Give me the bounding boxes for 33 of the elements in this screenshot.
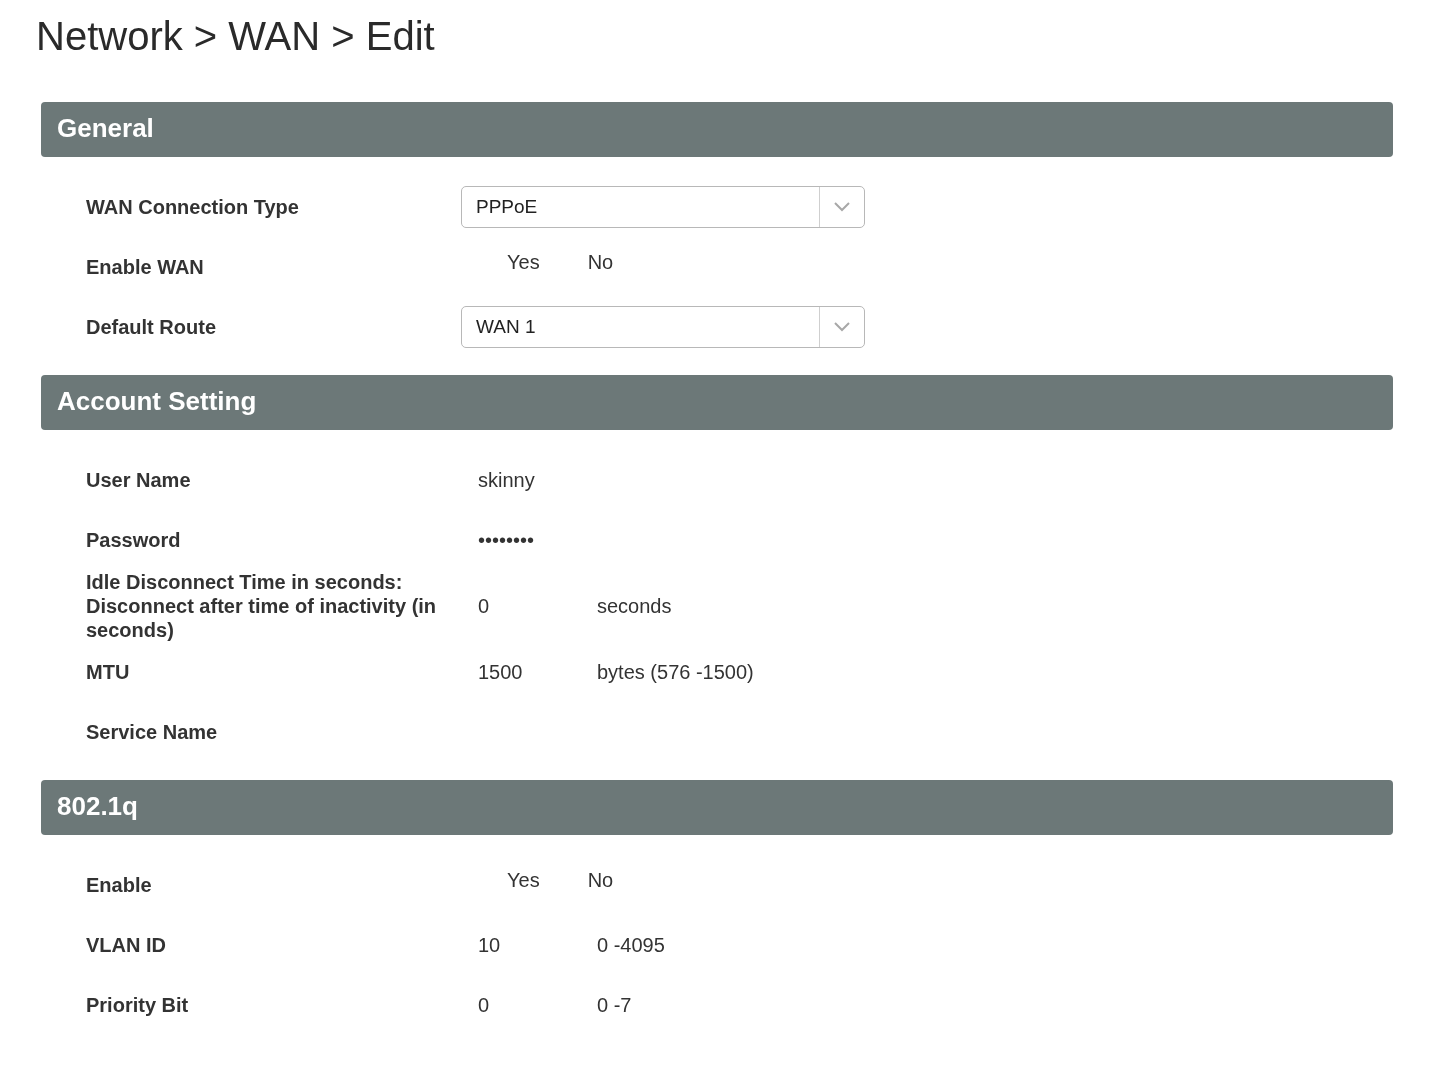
unit-hint: seconds — [597, 594, 672, 618]
field-label: Default Route — [86, 315, 217, 339]
radio-option[interactable]: Yes — [507, 250, 540, 274]
field-label: Enable WAN — [86, 255, 205, 279]
field-label: User Name — [86, 468, 192, 492]
field-label: WAN Connection Type — [86, 195, 300, 219]
field-value[interactable]: skinny — [478, 468, 597, 492]
unit-hint: 0 -4095 — [597, 933, 665, 957]
section-header: 802.1q — [41, 780, 1393, 835]
dropdown[interactable]: PPPoE — [461, 186, 865, 228]
dropdown[interactable]: WAN 1 — [461, 306, 865, 348]
field-label: Enable — [86, 873, 153, 897]
unit-hint: 0 -7 — [597, 993, 632, 1017]
field-value[interactable]: •••••••• — [478, 528, 597, 552]
field-label: VLAN ID — [86, 933, 167, 957]
field-label: Priority Bit — [86, 993, 190, 1017]
page-title: Network > WAN > Edit — [36, 13, 436, 60]
field-label: MTU — [86, 660, 131, 684]
radio-option[interactable]: Yes — [507, 868, 540, 892]
field-label: Service Name — [86, 720, 219, 744]
section-header: General — [41, 102, 1393, 157]
radio-option[interactable]: No — [587, 250, 614, 274]
field-value[interactable]: 1500 — [478, 660, 597, 684]
field-value[interactable]: 10 — [478, 933, 597, 957]
field-value[interactable]: 0 — [478, 993, 597, 1017]
field-label: Idle Disconnect Time in seconds: Disconnect after time of inactivity (in seconds) — [86, 570, 438, 642]
unit-hint: bytes (576 -1500) — [597, 660, 754, 684]
radio-option[interactable]: No — [587, 868, 614, 892]
chevron-down-icon — [834, 202, 850, 212]
field-label: Password — [86, 528, 182, 552]
chevron-down-icon — [834, 322, 850, 332]
field-value[interactable]: 0 — [478, 594, 597, 618]
section-header: Account Setting — [41, 375, 1393, 430]
